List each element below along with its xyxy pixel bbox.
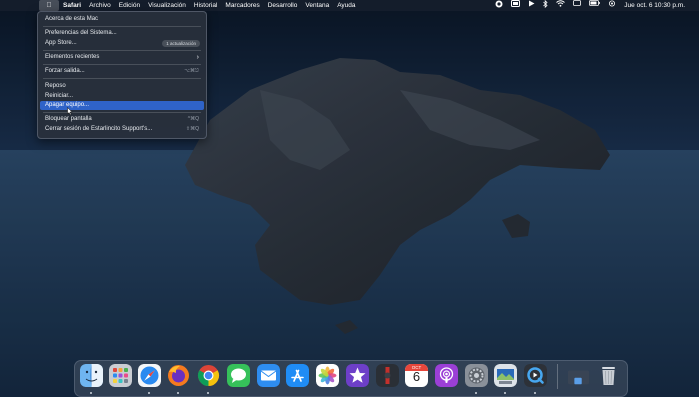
dock-separator bbox=[557, 364, 558, 389]
downloads-folder-icon[interactable] bbox=[567, 364, 592, 387]
menu-separator bbox=[43, 50, 201, 51]
podcasts-icon[interactable] bbox=[435, 364, 458, 387]
play-icon[interactable] bbox=[524, 0, 539, 11]
menu-item-recent-items[interactable]: Elementos recientes › bbox=[40, 53, 204, 62]
menu-item-label: Cerrar sesión de Estarlincito Support's.… bbox=[45, 126, 153, 132]
running-indicator bbox=[177, 392, 179, 394]
chevron-right-icon: › bbox=[196, 54, 199, 61]
menu-bar:  Safari Archivo Edición Visualización H… bbox=[0, 0, 699, 11]
control-center-icon[interactable] bbox=[604, 0, 620, 11]
menu-item-label: App Store... bbox=[45, 40, 77, 46]
menu-ayuda[interactable]: Ayuda bbox=[333, 0, 359, 11]
menu-shortcut: ^⌘Q bbox=[187, 116, 199, 122]
display-mirror-icon[interactable] bbox=[569, 0, 585, 11]
calendar-icon[interactable]: OCT 6 bbox=[405, 364, 428, 387]
mouse-pointer-icon bbox=[67, 107, 73, 115]
chrome-icon[interactable] bbox=[197, 364, 220, 387]
running-indicator bbox=[207, 392, 209, 394]
messages-icon[interactable] bbox=[227, 364, 250, 387]
menu-shortcut: ⌥⌘⎋ bbox=[184, 68, 199, 74]
finder-icon[interactable] bbox=[80, 364, 103, 387]
apple-icon:  bbox=[46, 2, 51, 9]
menu-desarrollo[interactable]: Desarrollo bbox=[264, 0, 302, 11]
menu-item-lock-screen[interactable]: Bloquear pantalla ^⌘Q bbox=[40, 115, 204, 124]
menu-item-label: Forzar salida... bbox=[45, 68, 85, 74]
update-badge: 1 actualización bbox=[162, 40, 200, 47]
battery-icon[interactable] bbox=[585, 0, 604, 11]
preview-icon[interactable] bbox=[494, 364, 517, 387]
menu-item-shut-down[interactable]: Apagar equipo... bbox=[40, 101, 204, 110]
bluetooth-icon[interactable] bbox=[539, 0, 552, 11]
menu-item-label: Acerca de esta Mac bbox=[45, 16, 99, 22]
photos-icon[interactable] bbox=[316, 364, 339, 387]
apple-menu-dropdown: Acerca de esta Mac Preferencias del Sist… bbox=[37, 11, 207, 139]
menu-item-about-this-mac[interactable]: Acerca de esta Mac bbox=[40, 15, 204, 24]
running-indicator bbox=[475, 392, 477, 394]
running-indicator bbox=[148, 392, 150, 394]
menu-item-label: Reiniciar... bbox=[45, 93, 74, 99]
quicktime-icon[interactable] bbox=[524, 364, 547, 387]
menu-item-sleep[interactable]: Reposo bbox=[40, 82, 204, 91]
menu-item-label: Bloquear pantalla bbox=[45, 116, 92, 122]
menu-edicion[interactable]: Edición bbox=[115, 0, 144, 11]
menu-visualizacion[interactable]: Visualización bbox=[144, 0, 190, 11]
safari-icon[interactable] bbox=[138, 364, 161, 387]
menu-ventana[interactable]: Ventana bbox=[301, 0, 333, 11]
system-preferences-icon[interactable] bbox=[465, 364, 488, 387]
firefox-icon[interactable] bbox=[167, 364, 190, 387]
menu-marcadores[interactable]: Marcadores bbox=[221, 0, 263, 11]
wifi-icon[interactable] bbox=[552, 0, 569, 11]
menu-item-label: Preferencias del Sistema... bbox=[45, 30, 117, 36]
menu-separator bbox=[43, 26, 201, 27]
menu-shortcut: ⇧⌘Q bbox=[185, 126, 199, 132]
record-status-icon[interactable] bbox=[491, 0, 507, 11]
menu-separator bbox=[43, 64, 201, 65]
calendar-day: 6 bbox=[412, 369, 421, 384]
running-indicator bbox=[504, 392, 506, 394]
menu-historial[interactable]: Historial bbox=[190, 0, 221, 11]
menu-item-restart[interactable]: Reiniciar... bbox=[40, 92, 204, 101]
apple-menu-button[interactable]:  bbox=[39, 0, 59, 11]
imovie-icon[interactable] bbox=[346, 364, 369, 387]
menu-item-app-store[interactable]: App Store... 1 actualización bbox=[40, 39, 204, 48]
menubar-clock[interactable]: Jue oct. 6 10:30 p.m. bbox=[620, 0, 699, 11]
menu-separator bbox=[43, 78, 201, 79]
menu-item-label: Elementos recientes bbox=[45, 54, 100, 60]
running-indicator bbox=[90, 392, 92, 394]
menu-item-force-quit[interactable]: Forzar salida... ⌥⌘⎋ bbox=[40, 67, 204, 76]
mail-icon[interactable] bbox=[257, 364, 280, 387]
menu-item-log-out[interactable]: Cerrar sesión de Estarlincito Support's.… bbox=[40, 125, 204, 134]
trash-icon[interactable] bbox=[597, 364, 620, 387]
menu-item-label: Reposo bbox=[45, 83, 66, 89]
screen-icon[interactable] bbox=[507, 0, 524, 11]
menu-archivo[interactable]: Archivo bbox=[85, 0, 115, 11]
launchpad-icon[interactable] bbox=[109, 364, 132, 387]
menu-item-system-preferences[interactable]: Preferencias del Sistema... bbox=[40, 29, 204, 38]
photo-booth-icon[interactable] bbox=[376, 364, 399, 387]
menu-safari[interactable]: Safari bbox=[59, 0, 85, 11]
app-store-icon[interactable] bbox=[286, 364, 309, 387]
running-indicator bbox=[534, 392, 536, 394]
